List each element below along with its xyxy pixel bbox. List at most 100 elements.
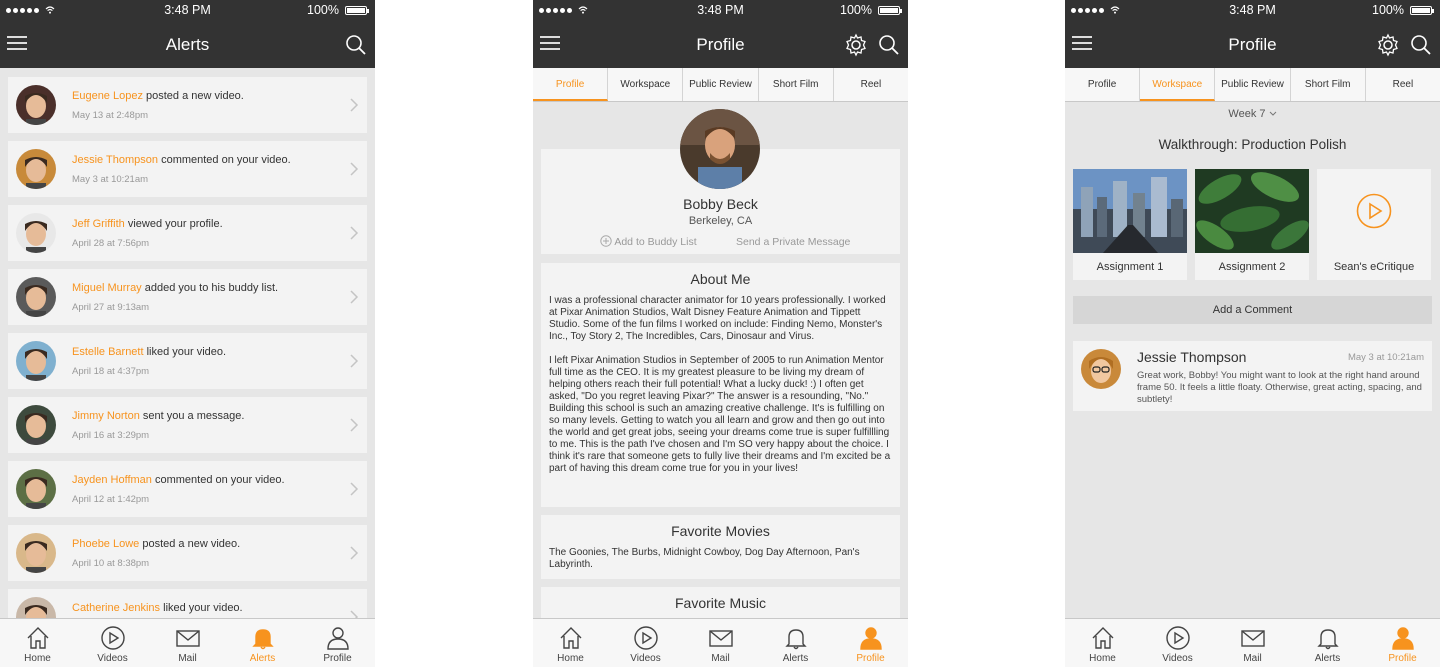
status-bar: 3:48 PM 100% — [1065, 0, 1440, 20]
list-item[interactable]: Catherine Jenkins liked your video. — [8, 589, 367, 618]
tab-public-review[interactable]: Public Review — [683, 68, 759, 101]
tab-bar: Home Videos Mail Alerts Profile — [0, 618, 375, 667]
profile-name: Bobby Beck — [683, 196, 758, 212]
alert-user-link[interactable]: Estelle Barnett — [72, 346, 144, 358]
tab-label: Home — [1089, 653, 1116, 664]
tab-videos[interactable]: Videos — [1140, 619, 1215, 667]
avatar — [16, 597, 56, 618]
alert-user-link[interactable]: Jessie Thompson — [72, 154, 158, 166]
tab-short-film[interactable]: Short Film — [1291, 68, 1366, 101]
battery-icon — [878, 6, 902, 15]
alert-user-link[interactable]: Phoebe Lowe — [72, 538, 139, 550]
list-item[interactable]: Phoebe Lowe posted a new video. April 10 … — [8, 525, 367, 581]
gear-icon[interactable] — [844, 33, 868, 57]
tab-reel[interactable]: Reel — [834, 68, 908, 101]
add-comment-button[interactable]: Add a Comment — [1073, 296, 1432, 324]
home-icon — [533, 625, 608, 651]
tab-videos[interactable]: Videos — [608, 619, 683, 667]
bell-icon — [1290, 625, 1365, 651]
tab-short-film[interactable]: Short Film — [759, 68, 834, 101]
gear-icon[interactable] — [1376, 33, 1400, 57]
alert-text: Eugene Lopez posted a new video. — [72, 90, 244, 102]
tab-profile[interactable]: Profile — [533, 68, 609, 101]
play-icon — [608, 625, 683, 651]
thumb-label: Assignment 1 — [1096, 261, 1164, 273]
list-item[interactable]: Jimmy Norton sent you a message. April 16… — [8, 397, 367, 453]
tab-alerts[interactable]: Alerts — [758, 619, 833, 667]
private-message-link[interactable]: Send a Private Message — [736, 236, 850, 248]
list-item[interactable]: Jessie Thompson commented on your video.… — [8, 141, 367, 197]
alert-date: April 27 at 9:13am — [72, 302, 150, 313]
tab-mail[interactable]: Mail — [1215, 619, 1290, 667]
tab-profile[interactable]: Profile — [1365, 619, 1440, 667]
workspace-content: Profile Workspace Public Review Short Film R… — [1065, 68, 1440, 618]
week-selector[interactable]: Week 7 — [1065, 108, 1440, 120]
city-image — [1073, 169, 1187, 253]
tab-home[interactable]: Home — [533, 619, 608, 667]
assignment-2-thumb[interactable]: Assignment 2 — [1195, 169, 1309, 280]
tab-workspace[interactable]: Workspace — [608, 68, 684, 101]
search-icon[interactable] — [1410, 34, 1432, 56]
play-circle-icon — [1356, 193, 1392, 229]
alert-text: Jayden Hoffman commented on your video. — [72, 474, 285, 486]
alert-text: Jessie Thompson commented on your video. — [72, 154, 291, 166]
alert-user-link[interactable]: Jayden Hoffman — [72, 474, 152, 486]
ecritique-thumb[interactable]: Sean's eCritique — [1317, 169, 1431, 280]
tab-mail[interactable]: Mail — [150, 619, 225, 667]
alert-user-link[interactable]: Catherine Jenkins — [72, 602, 160, 614]
battery-percent: 100% — [840, 3, 872, 17]
profile-location: Berkeley, CA — [688, 215, 753, 227]
alert-date: April 12 at 1:42pm — [72, 494, 150, 505]
tab-workspace[interactable]: Workspace — [1140, 68, 1216, 101]
tab-label: Home — [557, 653, 584, 664]
list-item[interactable]: Eugene Lopez posted a new video. May 13 a… — [8, 77, 367, 133]
alert-user-link[interactable]: Miguel Murray — [72, 282, 142, 294]
chevron-down-icon — [1269, 111, 1276, 116]
tab-profile[interactable]: Profile — [1065, 68, 1141, 101]
tab-videos[interactable]: Videos — [75, 619, 150, 667]
home-icon — [1065, 625, 1140, 651]
battery-percent: 100% — [1372, 3, 1404, 17]
alert-text: Catherine Jenkins liked your video. — [72, 602, 243, 614]
alert-user-link[interactable]: Eugene Lopez — [72, 90, 143, 102]
search-icon[interactable] — [345, 34, 367, 56]
alert-date: April 28 at 7:56pm — [72, 238, 150, 249]
tab-label: Alerts — [249, 653, 276, 664]
tab-profile[interactable]: Profile — [300, 619, 375, 667]
list-item[interactable]: Miguel Murray added you to his buddy lis… — [8, 269, 367, 325]
tab-profile[interactable]: Profile — [833, 619, 908, 667]
alert-user-link[interactable]: Jeff Griffith — [72, 218, 125, 230]
tab-public-review[interactable]: Public Review — [1215, 68, 1291, 101]
tab-reel[interactable]: Reel — [1366, 68, 1440, 101]
list-item[interactable]: Jeff Griffith viewed your profile. April … — [8, 205, 367, 261]
alert-user-link[interactable]: Jimmy Norton — [72, 410, 140, 422]
bell-icon — [225, 625, 300, 651]
avatar — [16, 85, 56, 125]
comment-author[interactable]: Jessie Thompson — [1137, 349, 1246, 365]
battery-icon — [345, 6, 369, 15]
person-icon — [833, 625, 908, 651]
thumb-label: Assignment 2 — [1218, 261, 1286, 273]
tab-home[interactable]: Home — [1065, 619, 1140, 667]
page-title: Alerts — [165, 35, 210, 54]
alert-text: Jeff Griffith viewed your profile. — [72, 218, 223, 230]
about-paragraph-1: I was a professional character animator … — [549, 295, 886, 342]
list-item[interactable]: Jayden Hoffman commented on your video. A… — [8, 461, 367, 517]
tab-alerts[interactable]: Alerts — [225, 619, 300, 667]
add-buddy-link[interactable]: Add to Buddy List — [600, 235, 697, 248]
assignment-1-thumb[interactable]: Assignment 1 — [1073, 169, 1187, 280]
tab-home[interactable]: Home — [0, 619, 75, 667]
search-icon[interactable] — [878, 34, 900, 56]
tab-mail[interactable]: Mail — [683, 619, 758, 667]
tab-bar: Home Videos Mail Alerts Profile — [533, 618, 908, 667]
tab-label: Mail — [1243, 653, 1262, 664]
tab-alerts[interactable]: Alerts — [1290, 619, 1365, 667]
alert-text: Miguel Murray added you to his buddy lis… — [72, 282, 278, 294]
alerts-screen: 3:48 PM 100% Alerts Eugene Lopez posted … — [0, 0, 375, 667]
avatar — [16, 277, 56, 317]
avatar — [16, 213, 56, 253]
tab-label: Alerts — [1314, 653, 1341, 664]
profile-tabs: Profile Workspace Public Review Short Film R… — [533, 68, 908, 102]
list-item[interactable]: Estelle Barnett liked your video. April 1… — [8, 333, 367, 389]
tab-label: Profile — [856, 653, 885, 664]
